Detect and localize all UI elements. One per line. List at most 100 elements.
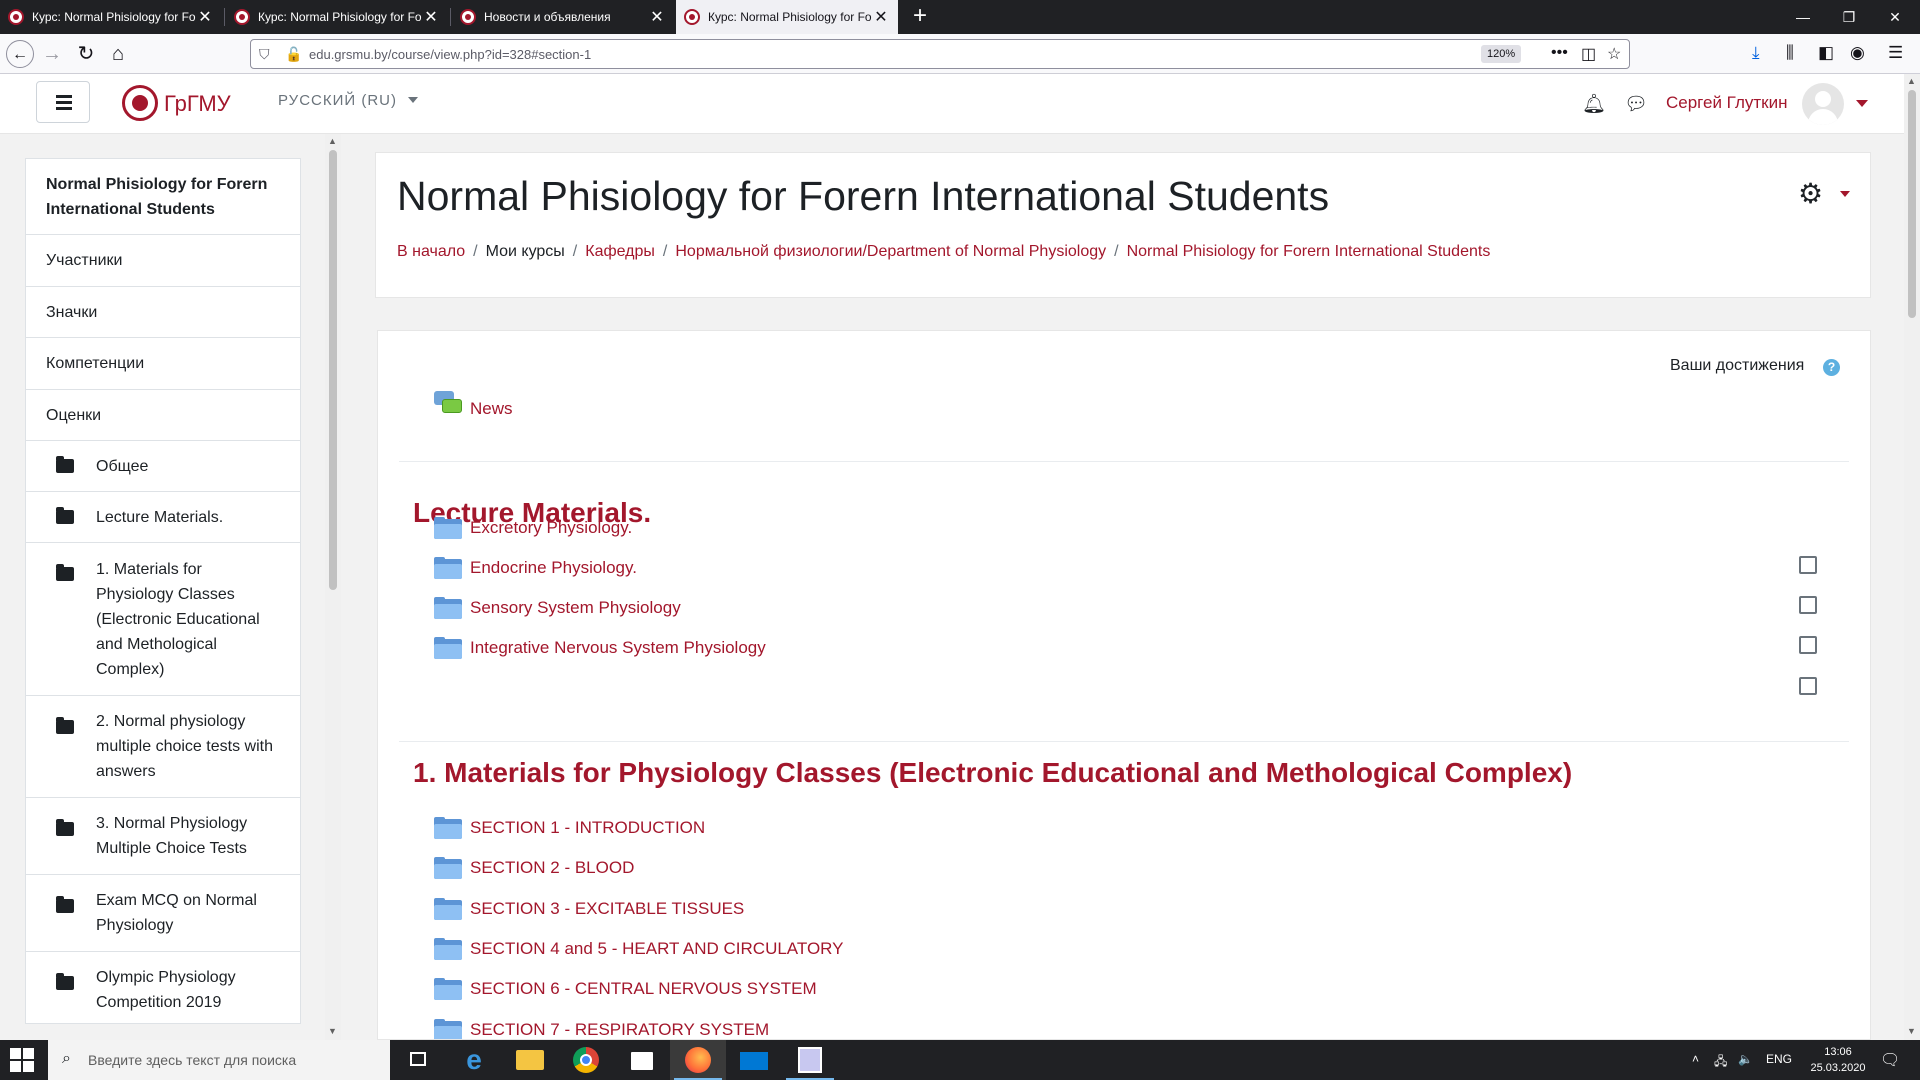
menu-icon[interactable]: ☰	[1888, 43, 1903, 63]
address-bar[interactable]: ⛉ 🔓 edu.grsmu.by/course/view.php?id=328#…	[250, 39, 1630, 69]
network-icon[interactable]: 🖧	[1714, 1052, 1727, 1073]
back-arrow-icon[interactable]: ←	[6, 40, 34, 68]
store-icon[interactable]	[614, 1040, 670, 1080]
minimize-window-button[interactable]: —	[1780, 0, 1826, 34]
gear-icon[interactable]: ⚙	[1798, 177, 1823, 210]
activity-link[interactable]: Endocrine Physiology.	[470, 558, 637, 578]
browser-tab[interactable]: Курс: Normal Phisiology for Forern Inter…	[226, 0, 448, 34]
zoom-level-badge[interactable]: 120%	[1481, 45, 1522, 63]
breadcrumb-link[interactable]: Нормальной физиологии/Department of Norm…	[675, 243, 1106, 260]
completion-checkbox[interactable]	[1799, 556, 1817, 574]
library-icon[interactable]: ⫼	[1786, 43, 1794, 63]
drawer-item-competencies[interactable]: Компетенции	[26, 338, 300, 390]
page-scrollbar[interactable]: ▲ ▼	[1904, 74, 1920, 1040]
tracking-shield-icon[interactable]: ⛉	[259, 46, 270, 63]
avatar[interactable]	[1802, 83, 1844, 125]
close-tab-icon[interactable]: ✕	[422, 7, 440, 27]
taskbar-search-placeholder[interactable]: Введите здесь текст для поиска	[88, 1052, 296, 1068]
account-icon[interactable]: ◉	[1850, 43, 1865, 63]
activity-link[interactable]: Excretory Physiology.	[470, 518, 632, 538]
windows-start-icon[interactable]	[10, 1048, 34, 1072]
drawer-item-section[interactable]: 3. Normal Physiology Multiple Choice Tes…	[26, 798, 300, 875]
completion-checkbox[interactable]	[1799, 636, 1817, 654]
chat-icon[interactable]: 💬︎	[1624, 92, 1648, 116]
browser-tab[interactable]: Курс: Normal Phisiology for Forern Inter…	[0, 0, 222, 34]
university-logo[interactable]	[122, 85, 158, 121]
edge-browser-icon[interactable]: e	[446, 1040, 502, 1080]
volume-icon[interactable]: 🔈	[1738, 1052, 1753, 1066]
activity-folder[interactable]: SECTION 3 - EXCITABLE TISSUES	[434, 896, 744, 922]
drawer-scrollbar[interactable]: ▲ ▼	[325, 134, 341, 1040]
sidebar-icon[interactable]: ◧	[1818, 43, 1834, 63]
activity-link[interactable]: SECTION 7 - RESPIRATORY SYSTEM	[470, 1020, 769, 1039]
drawer-item-section[interactable]: 2. Normal physiology multiple choice tes…	[26, 696, 300, 798]
drawer-item-section[interactable]: Exam MCQ on Normal Physiology	[26, 875, 300, 952]
activity-link[interactable]: SECTION 1 - INTRODUCTION	[470, 818, 705, 838]
activity-link[interactable]: Integrative Nervous System Physiology	[470, 638, 766, 658]
activity-link[interactable]: SECTION 4 and 5 - HEART AND CIRCULATORY	[470, 939, 844, 959]
activity-link[interactable]: SECTION 3 - EXCITABLE TISSUES	[470, 899, 744, 919]
breadcrumb-link[interactable]: Кафедры	[585, 243, 655, 260]
breadcrumb-link[interactable]: В начало	[397, 243, 465, 260]
new-tab-button[interactable]: +	[904, 0, 936, 34]
activity-folder[interactable]: SECTION 6 - CENTRAL NERVOUS SYSTEM	[434, 976, 817, 1002]
drawer-item-course[interactable]: Normal Phisiology for Forern Internation…	[26, 159, 300, 235]
close-window-button[interactable]: ✕	[1872, 0, 1918, 34]
activity-folder[interactable]: Sensory System Physiology	[434, 595, 681, 621]
taskbar-clock[interactable]: 13:06 25.03.2020	[1808, 1044, 1868, 1076]
drawer-item-section[interactable]: Общее	[26, 441, 300, 492]
pocket-icon[interactable]: ◫	[1581, 44, 1596, 64]
notifications-icon[interactable]: 🗨	[1880, 1050, 1900, 1070]
activity-folder[interactable]: SECTION 2 - BLOOD	[434, 855, 634, 881]
firefox-icon[interactable]	[670, 1040, 726, 1080]
taskbar-search-box[interactable]: ⌕ Введите здесь текст для поиска	[48, 1040, 390, 1080]
drawer-item-section[interactable]: 1. Materials for Physiology Classes (Ele…	[26, 543, 300, 696]
activity-folder[interactable]: Integrative Nervous System Physiology	[434, 635, 766, 661]
home-icon[interactable]: ⌂	[104, 40, 132, 68]
activity-folder[interactable]: SECTION 1 - INTRODUCTION	[434, 815, 705, 841]
task-view-icon[interactable]	[390, 1040, 446, 1080]
activity-link[interactable]: SECTION 6 - CENTRAL NERVOUS SYSTEM	[470, 979, 817, 999]
help-icon[interactable]: ?	[1823, 359, 1840, 376]
language-menu[interactable]: РУССКИЙ (RU)	[278, 92, 397, 109]
reload-icon[interactable]: ↻	[72, 40, 100, 68]
user-name[interactable]: Сергей Глуткин	[1666, 93, 1787, 113]
activity-link[interactable]: SECTION 2 - BLOOD	[470, 858, 634, 878]
site-name[interactable]: ГрГМУ	[164, 91, 231, 117]
activity-folder[interactable]: SECTION 7 - RESPIRATORY SYSTEM	[434, 1017, 769, 1039]
breadcrumb-link[interactable]: Normal Phisiology for Forern Internation…	[1127, 243, 1491, 260]
toggle-drawer-button[interactable]	[36, 81, 90, 123]
drawer-item-grades[interactable]: Оценки	[26, 390, 300, 441]
chevron-down-icon[interactable]	[1840, 191, 1850, 197]
mail-icon[interactable]	[726, 1040, 782, 1080]
bookmark-star-icon[interactable]: ☆	[1607, 44, 1621, 64]
completion-checkbox[interactable]	[1799, 677, 1817, 695]
drawer-item-badges[interactable]: Значки	[26, 287, 300, 338]
browser-tab-active[interactable]: Курс: Normal Phisiology for Forern Inter…	[676, 0, 898, 34]
activity-folder[interactable]: SECTION 4 and 5 - HEART AND CIRCULATORY	[434, 936, 844, 962]
bell-icon[interactable]: 🔔︎	[1582, 92, 1606, 116]
activity-link[interactable]: Sensory System Physiology	[470, 598, 681, 618]
show-hidden-icons-icon[interactable]: ˄	[1692, 1052, 1699, 1066]
chrome-icon[interactable]	[558, 1040, 614, 1080]
browser-tab[interactable]: Новости и объявления ✕	[452, 0, 674, 34]
completion-checkbox[interactable]	[1799, 596, 1817, 614]
close-tab-icon[interactable]: ✕	[872, 7, 890, 27]
close-tab-icon[interactable]: ✕	[648, 7, 666, 27]
news-forum-link[interactable]: News	[470, 399, 513, 419]
app-icon[interactable]	[782, 1040, 838, 1080]
url-text[interactable]: edu.grsmu.by/course/view.php?id=328#sect…	[309, 47, 591, 62]
insecure-lock-icon[interactable]: 🔓	[285, 46, 302, 63]
drawer-item-section[interactable]: Olympic Physiology Competition 2019	[26, 952, 300, 1023]
forward-arrow-icon[interactable]: →	[38, 40, 66, 68]
section-title-materials[interactable]: 1. Materials for Physiology Classes (Ele…	[413, 757, 1572, 789]
activity-folder[interactable]: Endocrine Physiology.	[434, 555, 637, 581]
drawer-item-participants[interactable]: Участники	[26, 235, 300, 287]
restore-window-button[interactable]: ❐	[1826, 0, 1872, 34]
activity-folder[interactable]: Excretory Physiology.	[434, 515, 632, 541]
close-tab-icon[interactable]: ✕	[196, 7, 214, 27]
download-icon[interactable]: ⤓	[1752, 43, 1760, 63]
chevron-down-icon[interactable]	[408, 97, 418, 103]
page-actions-icon[interactable]: •••	[1551, 44, 1568, 62]
user-menu-chevron-icon[interactable]	[1856, 100, 1868, 107]
